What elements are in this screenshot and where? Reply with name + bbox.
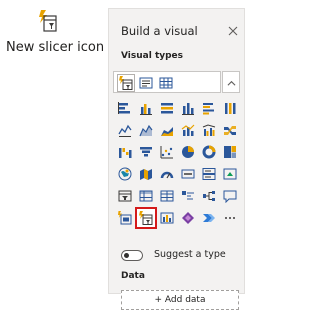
multi-row-card-icon[interactable] xyxy=(200,165,218,183)
table-visual-icon[interactable] xyxy=(157,74,175,92)
add-data-button[interactable]: + Add data xyxy=(121,290,239,310)
visual-row xyxy=(116,142,242,162)
visual-row xyxy=(116,164,242,184)
suggest-type-row: Suggest a type xyxy=(121,248,241,264)
button-slicer-icon[interactable] xyxy=(116,209,134,227)
decomposition-tree-icon[interactable] xyxy=(200,187,218,205)
waterfall-icon[interactable] xyxy=(116,143,134,161)
visual-row xyxy=(116,120,242,140)
card-icon[interactable] xyxy=(179,165,197,183)
matrix-icon[interactable] xyxy=(137,187,155,205)
treemap-icon[interactable] xyxy=(221,143,239,161)
area-chart-icon[interactable] xyxy=(137,121,155,139)
narrative-icon[interactable] xyxy=(221,187,239,205)
build-visual-pane: Build a visual Visual types Suggest a ty… xyxy=(108,8,245,310)
visual-row xyxy=(116,98,242,118)
new-slicer-icon[interactable] xyxy=(135,207,157,229)
pie-chart-icon[interactable] xyxy=(179,143,197,161)
visual-row xyxy=(116,186,242,206)
python-visual-icon[interactable] xyxy=(158,209,176,227)
line-chart-icon[interactable] xyxy=(116,121,134,139)
suggest-type-toggle[interactable] xyxy=(121,250,143,261)
gauge-icon[interactable] xyxy=(158,165,176,183)
new-slicer-icon xyxy=(38,9,60,33)
stacked-bar-100-icon[interactable] xyxy=(158,99,176,117)
text-slicer-icon[interactable] xyxy=(137,74,155,92)
callout-label: New slicer icon xyxy=(6,40,105,55)
kpi-icon[interactable] xyxy=(221,165,239,183)
clustered-bar-icon[interactable] xyxy=(200,99,218,117)
power-apps-icon[interactable] xyxy=(179,209,197,227)
toggle-knob xyxy=(124,253,129,258)
scatter-icon[interactable] xyxy=(158,143,176,161)
column-100-icon[interactable] xyxy=(221,99,239,117)
power-automate-icon[interactable] xyxy=(200,209,218,227)
new-slicer-icon[interactable] xyxy=(117,74,135,92)
map-icon[interactable] xyxy=(116,165,134,183)
key-influencers-icon[interactable] xyxy=(179,187,197,205)
data-label: Data xyxy=(121,271,145,281)
clustered-column-icon[interactable] xyxy=(137,99,155,117)
callout: New slicer icon xyxy=(0,0,118,90)
stacked-column-icon[interactable] xyxy=(179,99,197,117)
more-icon[interactable] xyxy=(221,209,239,227)
funnel-icon[interactable] xyxy=(137,143,155,161)
ribbon-chart-icon[interactable] xyxy=(221,121,239,139)
visual-row xyxy=(116,73,242,93)
visual-types-label: Visual types xyxy=(121,51,184,61)
donut-chart-icon[interactable] xyxy=(200,143,218,161)
line-clustered-icon[interactable] xyxy=(200,121,218,139)
visual-types-grid xyxy=(116,69,242,229)
suggest-type-label: Suggest a type xyxy=(154,249,226,260)
filled-map-icon[interactable] xyxy=(137,165,155,183)
line-column-icon[interactable] xyxy=(179,121,197,139)
close-icon[interactable] xyxy=(227,22,239,36)
pane-title: Build a visual xyxy=(121,24,198,38)
slicer-icon[interactable] xyxy=(116,187,134,205)
table-icon[interactable] xyxy=(158,187,176,205)
stacked-bar-icon[interactable] xyxy=(116,99,134,117)
visual-row xyxy=(116,207,242,229)
stacked-area-icon[interactable] xyxy=(158,121,176,139)
